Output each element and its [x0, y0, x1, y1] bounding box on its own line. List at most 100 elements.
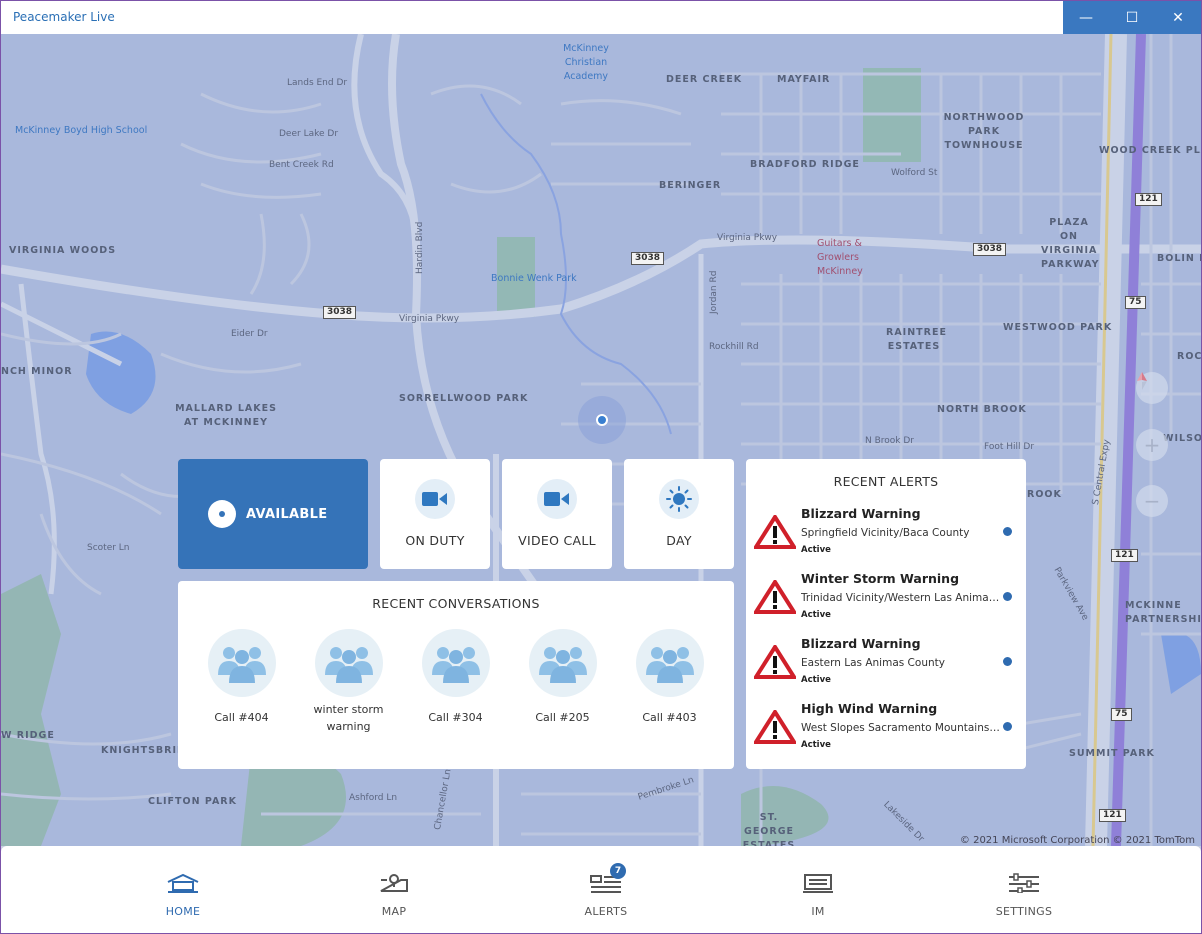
alert-status: Active — [801, 675, 831, 685]
alert-item[interactable]: Winter Storm Warning Trinidad Vicinity/W… — [754, 570, 1020, 635]
compass-icon[interactable] — [1136, 372, 1168, 404]
title-bar: Peacemaker Live — ☐ ✕ — [1, 1, 1201, 34]
map-area-label: BERINGER — [659, 180, 722, 191]
map-street-label: Foot Hill Dr — [984, 442, 1035, 452]
alert-title: Blizzard Warning — [801, 506, 921, 521]
tile-label: DAY — [666, 533, 692, 548]
map-street-label: Wolford St — [891, 168, 938, 178]
video-call-button[interactable]: VIDEO CALL — [502, 459, 612, 569]
nav-home[interactable]: HOME — [133, 868, 233, 918]
alerts-list-icon: 7 — [556, 863, 656, 898]
conversation-item[interactable]: Call #304 — [402, 629, 509, 735]
day-mode-button[interactable]: DAY — [624, 459, 734, 569]
zoom-out-button[interactable]: − — [1136, 485, 1168, 517]
warning-triangle-icon — [754, 580, 796, 614]
route-shield: 121 — [1135, 193, 1162, 206]
conversation-item[interactable]: Call #205 — [509, 629, 616, 735]
route-shield: 121 — [1111, 549, 1138, 562]
conversation-item[interactable]: Call #403 — [616, 629, 723, 735]
route-shield: 3038 — [973, 243, 1007, 256]
tile-label: VIDEO CALL — [518, 533, 596, 548]
home-icon — [133, 868, 233, 898]
route-shield: 3038 — [323, 306, 357, 319]
alerts-count-badge: 7 — [610, 863, 626, 879]
map-street-label: Deer Lake Dr — [279, 129, 339, 139]
map-area-label: WOOD CREEK PLACE — [1099, 145, 1201, 156]
map-area-label: ROCK — [1177, 351, 1201, 362]
map-area-label: DEER CREEK — [666, 74, 743, 85]
map-area-label: W RIDGE — [1, 730, 55, 741]
alert-area: West Slopes Sacramento Mountains Below 7… — [801, 722, 1001, 734]
map-poi: McKinney Boyd High School — [15, 125, 148, 136]
zoom-in-button[interactable]: + — [1136, 429, 1168, 461]
on-duty-button[interactable]: ON DUTY — [380, 459, 490, 569]
minimize-button[interactable]: — — [1063, 1, 1109, 34]
nav-alerts[interactable]: 7 ALERTS — [556, 863, 656, 918]
conversation-label: Call #304 — [428, 711, 483, 724]
maximize-button[interactable]: ☐ — [1109, 1, 1155, 34]
alert-title: Winter Storm Warning — [801, 571, 960, 586]
alert-list: Blizzard Warning Springfield Vicinity/Ba… — [754, 505, 1020, 765]
alert-status: Active — [801, 740, 831, 750]
map-street-label: Lands End Dr — [287, 78, 348, 88]
window-title: Peacemaker Live — [13, 10, 115, 24]
unread-dot-icon — [1003, 592, 1012, 601]
nav-label: IM — [811, 905, 825, 918]
map-street-label: Hardin Blvd — [415, 221, 425, 274]
sun-icon — [659, 479, 699, 519]
nav-im[interactable]: IM — [768, 868, 868, 918]
conversation-label: Call #403 — [642, 711, 697, 724]
map-poi: Bonnie Wenk Park — [491, 273, 577, 284]
nav-label: SETTINGS — [995, 905, 1053, 918]
map-area-label: NORTHWOOD PARK TOWNHOUSE — [943, 112, 1025, 151]
alert-status: Active — [801, 545, 831, 555]
conversation-item[interactable]: winter storm warning — [295, 629, 402, 735]
map-area-label: KNIGHTSBRID — [101, 745, 186, 756]
map-area-label: SORRELLWOOD PARK — [399, 393, 529, 404]
map-street-label: Rockhill Rd — [709, 342, 759, 352]
alert-item[interactable]: Blizzard Warning Eastern Las Animas Coun… — [754, 635, 1020, 700]
nav-label: HOME — [165, 905, 201, 918]
recent-alerts-panel: RECENT ALERTS Blizzard Warning Springfie… — [746, 459, 1026, 769]
map-area-label: BRADFORD RIDGE — [750, 159, 860, 170]
location-marker — [596, 414, 608, 426]
route-shield: 3038 — [631, 252, 665, 265]
alert-status: Active — [801, 610, 831, 620]
group-icon — [635, 629, 704, 697]
unread-dot-icon — [1003, 527, 1012, 536]
map-area-label: SUMMIT PARK — [1069, 748, 1155, 759]
map-street-label: Ashford Ln — [349, 793, 398, 803]
map-area-label: MCKINNE PARTNERSHIP — [1125, 600, 1201, 625]
map-area-label: NCH MINOR — [1, 366, 73, 377]
nav-label: MAP — [381, 905, 407, 918]
map-area-label: MAYFAIR — [777, 74, 831, 85]
conversation-label: Call #404 — [214, 711, 269, 724]
route-shield: 75 — [1111, 708, 1132, 721]
map-area-label: VIRGINIA WOODS — [9, 245, 117, 256]
close-button[interactable]: ✕ — [1155, 1, 1201, 34]
map-area-label: WILSON — [1163, 433, 1201, 444]
nav-settings[interactable]: SETTINGS — [974, 868, 1074, 918]
conversation-label: Call #205 — [535, 711, 590, 724]
map-area-label: CLIFTON PARK — [148, 796, 237, 807]
video-camera-icon — [415, 479, 455, 519]
map-poi: Guitars & Growlers McKinney — [817, 238, 863, 277]
map-area-label: BOLIN M — [1157, 253, 1201, 264]
alert-title: High Wind Warning — [801, 701, 938, 716]
alert-item[interactable]: Blizzard Warning Springfield Vicinity/Ba… — [754, 505, 1020, 570]
map-area-label: MALLARD LAKES AT MCKINNEY — [175, 403, 277, 428]
conversation-item[interactable]: Call #404 — [188, 629, 295, 735]
sliders-icon — [974, 868, 1074, 898]
nav-map[interactable]: MAP — [344, 868, 444, 918]
map-street-label: Virginia Pkwy — [717, 233, 778, 243]
unread-dot-icon — [1003, 657, 1012, 666]
unread-dot-icon — [1003, 722, 1012, 731]
map-street-label: Virginia Pkwy — [399, 314, 460, 324]
section-title: RECENT CONVERSATIONS — [372, 596, 540, 611]
warning-triangle-icon — [754, 515, 796, 549]
route-shield: 75 — [1125, 296, 1146, 309]
status-available-button[interactable]: AVAILABLE — [178, 459, 368, 569]
map-copyright: © 2021 Microsoft Corporation © 2021 TomT… — [959, 835, 1195, 846]
map-area-label: RAINTREE ESTATES — [886, 327, 947, 352]
alert-item[interactable]: High Wind Warning West Slopes Sacramento… — [754, 700, 1020, 765]
